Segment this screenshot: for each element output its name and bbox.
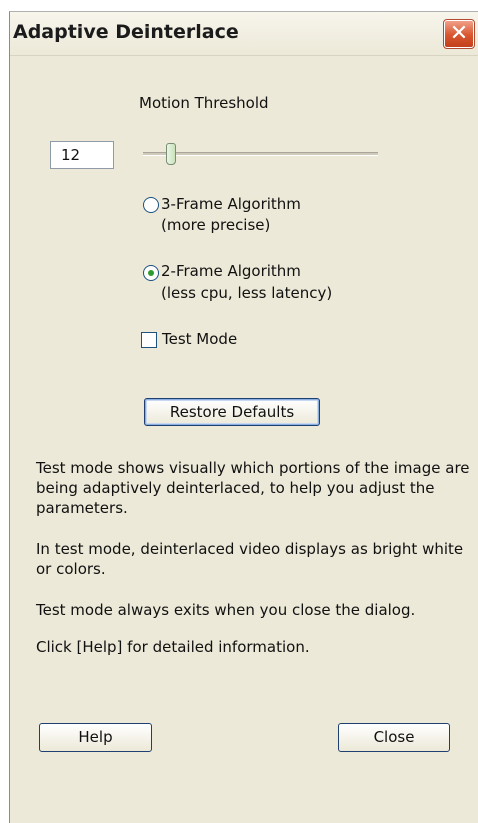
test-mode-label: Test Mode <box>162 330 238 348</box>
help-button[interactable]: Help <box>39 723 152 752</box>
test-mode-checkbox[interactable] <box>141 332 157 348</box>
motion-threshold-slider-thumb[interactable] <box>166 143 176 165</box>
radio-selected-dot <box>148 270 154 276</box>
restore-defaults-button[interactable]: Restore Defaults <box>144 398 320 426</box>
info-paragraph-1: Test mode shows visually which portions … <box>36 459 470 517</box>
radio-3-frame-sublabel: (more precise) <box>161 216 271 234</box>
title-bar: Adaptive Deinterlace ✕ <box>10 12 478 56</box>
motion-threshold-label: Motion Threshold <box>139 94 269 112</box>
motion-threshold-input[interactable]: 12 <box>50 141 114 169</box>
radio-2-frame-sublabel: (less cpu, less latency) <box>161 284 333 302</box>
radio-2-frame[interactable] <box>143 265 159 281</box>
info-paragraph-4: Click [Help] for detailed information. <box>36 638 310 656</box>
radio-3-frame-label: 3-Frame Algorithm <box>161 195 301 213</box>
info-paragraph-2: In test mode, deinterlaced video display… <box>36 540 464 578</box>
radio-2-frame-label: 2-Frame Algorithm <box>161 262 301 280</box>
radio-3-frame[interactable] <box>143 197 159 213</box>
close-button[interactable]: Close <box>338 723 450 752</box>
close-x-icon[interactable]: ✕ <box>443 19 475 49</box>
info-paragraph-3: Test mode always exits when you close th… <box>36 601 416 619</box>
dialog-window: Adaptive Deinterlace ✕ Motion Threshold … <box>9 11 478 823</box>
window-title: Adaptive Deinterlace <box>13 21 239 43</box>
motion-threshold-slider-track[interactable] <box>143 152 378 156</box>
